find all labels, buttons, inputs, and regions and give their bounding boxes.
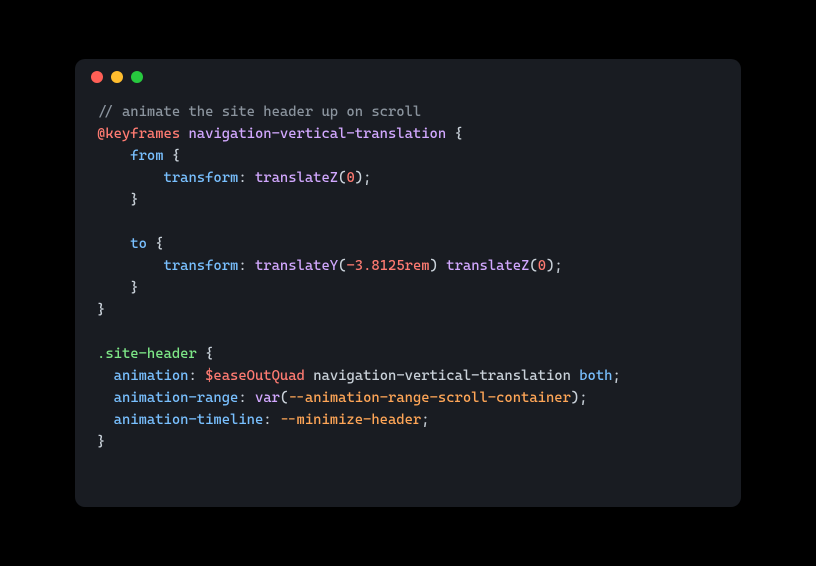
close-icon[interactable] <box>91 71 103 83</box>
code-brace: } <box>97 302 105 318</box>
code-colon: : <box>263 412 280 428</box>
code-paren: ) <box>571 390 579 406</box>
code-paren: ( <box>529 258 537 274</box>
code-colon: : <box>238 258 255 274</box>
code-unit: rem <box>405 258 430 274</box>
code-indent <box>97 368 114 384</box>
code-property: transform <box>164 170 239 186</box>
code-space <box>305 368 313 384</box>
code-variable: $easeOutQuad <box>205 368 305 384</box>
code-brace: { <box>197 346 214 362</box>
code-brace: } <box>130 280 138 296</box>
code-brace: } <box>130 192 138 208</box>
code-number: 0 <box>346 170 354 186</box>
code-identifier: navigation-vertical-translation <box>313 368 571 384</box>
code-brace: { <box>446 126 463 142</box>
code-keyword: from <box>130 148 163 164</box>
code-window: // animate the site header up on scroll … <box>75 59 741 507</box>
code-indent <box>97 170 164 186</box>
code-colon: : <box>238 390 255 406</box>
code-func: var <box>255 390 280 406</box>
code-paren: ) <box>430 258 438 274</box>
code-colon: : <box>238 170 255 186</box>
code-property: animation-range <box>114 390 239 406</box>
code-paren: ) <box>355 170 363 186</box>
code-indent <box>97 390 114 406</box>
code-space <box>571 368 579 384</box>
code-css-variable: --minimize-header <box>280 412 421 428</box>
code-brace: } <box>97 434 105 450</box>
code-indent <box>97 192 130 208</box>
code-colon: : <box>188 368 205 384</box>
code-number: 0 <box>538 258 546 274</box>
code-semicolon: ; <box>554 258 562 274</box>
code-css-variable: --animation-range-scroll-container <box>288 390 571 406</box>
code-indent <box>97 280 130 296</box>
code-func: translateZ <box>255 170 338 186</box>
window-titlebar <box>75 59 741 95</box>
code-selector: .site-header <box>97 346 197 362</box>
minimize-icon[interactable] <box>111 71 123 83</box>
code-atrule: @keyframes <box>97 126 180 142</box>
code-semicolon: ; <box>421 412 429 428</box>
code-brace: { <box>147 236 164 252</box>
code-keyframes-name: navigation-vertical-translation <box>188 126 446 142</box>
code-property: animation-timeline <box>114 412 264 428</box>
code-property: animation <box>114 368 189 384</box>
code-semicolon: ; <box>579 390 587 406</box>
code-indent <box>97 236 130 252</box>
code-indent <box>97 412 114 428</box>
code-property: transform <box>164 258 239 274</box>
code-semicolon: ; <box>613 368 621 384</box>
code-indent <box>97 258 164 274</box>
code-semicolon: ; <box>363 170 371 186</box>
code-func: translateZ <box>446 258 529 274</box>
code-comment: // animate the site header up on scroll <box>97 104 421 120</box>
code-func: translateY <box>255 258 338 274</box>
code-number: -3.8125 <box>346 258 404 274</box>
code-keyword: both <box>579 368 612 384</box>
code-keyword: to <box>130 236 147 252</box>
code-brace: { <box>164 148 181 164</box>
code-indent <box>97 148 130 164</box>
maximize-icon[interactable] <box>131 71 143 83</box>
code-block: // animate the site header up on scroll … <box>75 95 741 475</box>
